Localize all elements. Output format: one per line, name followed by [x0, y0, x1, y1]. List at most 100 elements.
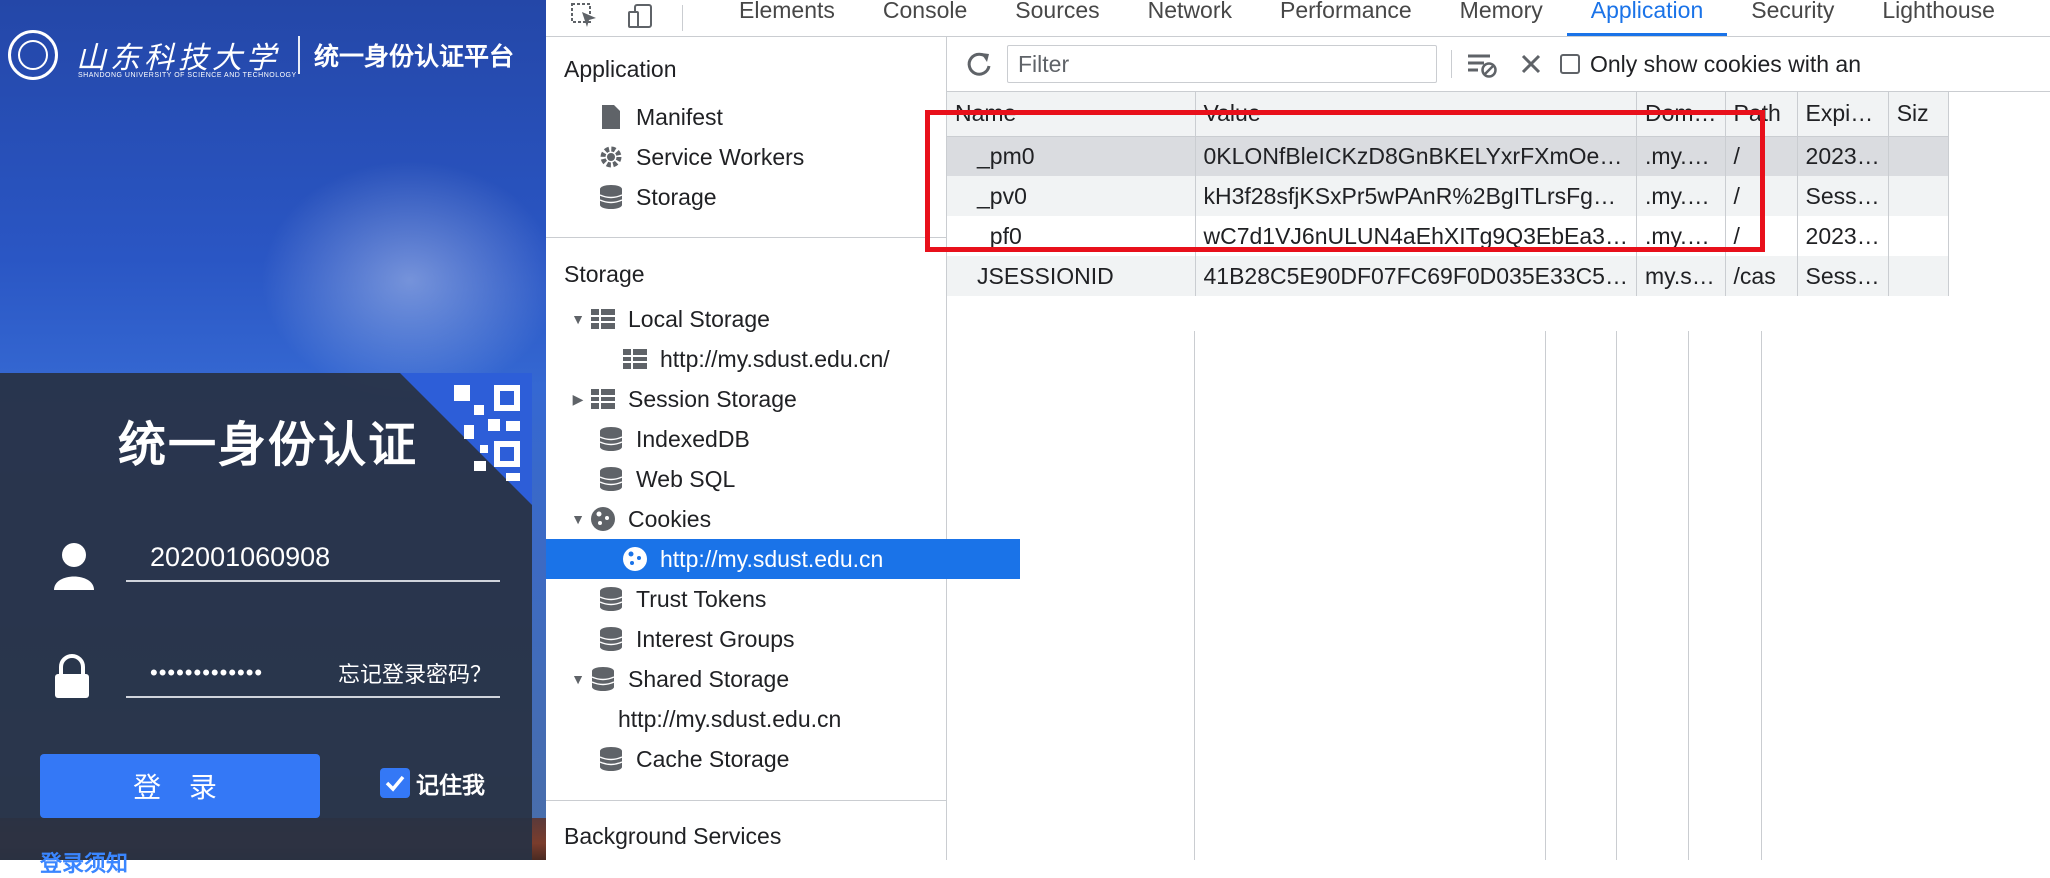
table-row[interactable]: _pm0 0KLONfBleICKzD8GnBKELYxrFXmOe… .my.…	[947, 136, 1949, 176]
cell-name: JSESSIONID	[947, 256, 1196, 296]
sidebar-item-interest-groups[interactable]: Interest Groups	[546, 619, 996, 659]
only-issues-label: Only show cookies with an	[1590, 50, 1862, 77]
tab-security[interactable]: Security	[1727, 0, 1858, 36]
database-icon	[596, 746, 626, 772]
tab-performance[interactable]: Performance	[1256, 0, 1436, 36]
inspect-element-icon[interactable]	[570, 2, 598, 35]
cookie-icon	[620, 546, 650, 572]
cell-path: /	[1725, 176, 1798, 216]
user-icon	[54, 543, 94, 590]
sidebar-item-service-workers[interactable]: Service Workers	[546, 137, 996, 177]
cell-path: /cas	[1725, 256, 1798, 296]
cell-size	[1888, 176, 1949, 216]
tab-elements[interactable]: Elements	[715, 0, 859, 36]
login-notice-link[interactable]: 登录须知	[40, 846, 128, 878]
section-title-storage: Storage	[564, 261, 645, 287]
remember-me-checkbox[interactable]: 记住我	[380, 766, 485, 800]
cell-name: _pv0	[947, 176, 1196, 216]
sidebar-item-cookies[interactable]: ▼ Cookies	[546, 499, 968, 539]
tab-console[interactable]: Console	[859, 0, 991, 36]
cell-path: /	[1725, 136, 1798, 176]
username-value: 202001060908	[150, 541, 331, 572]
column-header-value[interactable]: Value	[1195, 92, 1637, 137]
login-button[interactable]: 登 录	[40, 754, 320, 818]
sidebar-item-session-storage[interactable]: ▶ Session Storage	[546, 379, 968, 419]
clear-filtered-icon[interactable]	[1466, 50, 1498, 78]
database-icon	[588, 666, 618, 692]
database-icon	[596, 466, 626, 492]
database-icon	[596, 626, 626, 652]
cell-name: _pm0	[947, 136, 1196, 176]
cell-value: 41B28C5E90DF07FC69F0D035E33C5…	[1195, 256, 1637, 296]
column-header-size[interactable]: Siz	[1888, 92, 1949, 137]
university-name: 山东科技大学	[76, 41, 280, 76]
grid-icon	[588, 389, 618, 409]
table-row[interactable]: _pf0 wC7d1VJ6nULUN4aEhXITg9Q3EbEa3… .my.…	[947, 216, 1949, 256]
database-icon	[596, 426, 626, 452]
cookies-toolbar: Only show cookies with an	[947, 37, 2050, 92]
cell-value: kH3f28sfjKSxPr5wPAnR%2BgITLrsFg…	[1195, 176, 1637, 216]
clear-all-icon[interactable]	[1520, 53, 1542, 75]
sidebar-item-trust-tokens[interactable]: Trust Tokens	[546, 579, 996, 619]
device-toolbar-icon[interactable]	[626, 2, 654, 35]
cell-name: _pf0	[947, 216, 1196, 256]
background-sky	[260, 160, 546, 400]
cell-domain: .my.…	[1636, 216, 1726, 256]
database-icon	[596, 586, 626, 612]
cell-expires: 2023…	[1797, 136, 1889, 176]
username-input[interactable]: 202001060908	[126, 534, 500, 582]
university-name-en: SHANDONG UNIVERSITY OF SCIENCE AND TECHN…	[78, 72, 297, 79]
only-issues-checkbox[interactable]	[1560, 54, 1580, 74]
database-icon	[596, 184, 626, 210]
expanded-triangle-icon[interactable]: ▼	[568, 511, 588, 527]
column-header-path[interactable]: Path	[1725, 92, 1798, 137]
sidebar-item-web-sql[interactable]: Web SQL	[546, 459, 996, 499]
sidebar-item-cache-storage[interactable]: Cache Storage	[546, 739, 996, 779]
sidebar-item-shared-storage[interactable]: ▼ Shared Storage	[546, 659, 968, 699]
expanded-triangle-icon[interactable]: ▼	[568, 311, 588, 327]
collapsed-triangle-icon[interactable]: ▶	[568, 391, 588, 408]
cell-path: /	[1725, 216, 1798, 256]
checkbox-checked-icon	[380, 768, 410, 798]
cell-size	[1888, 256, 1949, 296]
column-header-domain[interactable]: Dom…	[1636, 92, 1726, 137]
password-value: •••••••••••••	[150, 660, 264, 685]
column-header-expires[interactable]: Expi…	[1797, 92, 1889, 137]
section-title-application: Application	[564, 56, 677, 82]
remember-me-label: 记住我	[416, 772, 485, 798]
panel-title: 统一身份认证	[118, 419, 419, 472]
lock-icon	[55, 654, 89, 698]
sidebar-item-indexeddb[interactable]: IndexedDB	[546, 419, 996, 459]
cell-domain: .my.…	[1636, 136, 1726, 176]
qr-login-toggle[interactable]	[400, 373, 532, 505]
brand-divider	[298, 36, 300, 74]
refresh-icon[interactable]	[965, 50, 993, 78]
column-header-name[interactable]: Name	[947, 92, 1196, 137]
cookies-table: Name Value Dom… Path Expi… Siz _pm0 0KLO…	[947, 92, 1949, 296]
sidebar-item-storage[interactable]: Storage	[546, 177, 996, 217]
university-logo: 山东科技大学 SHANDONG UNIVERSITY OF SCIENCE AN…	[8, 20, 514, 90]
cell-expires: Sess…	[1797, 256, 1889, 296]
expanded-triangle-icon[interactable]: ▼	[568, 671, 588, 687]
devtools-tab-bar: Elements Console Sources Network Perform…	[546, 0, 2050, 37]
sidebar-item-manifest[interactable]: Manifest	[546, 97, 996, 137]
filter-input[interactable]	[1007, 45, 1437, 83]
table-row[interactable]: _pv0 kH3f28sfjKSxPr5wPAnR%2BgITLrsFg… .m…	[947, 176, 1949, 216]
tab-memory[interactable]: Memory	[1436, 0, 1567, 36]
cell-value: wC7d1VJ6nULUN4aEhXITg9Q3EbEa3…	[1195, 216, 1637, 256]
forgot-password-link[interactable]: 忘记登录密码？	[338, 657, 492, 689]
table-header-row: Name Value Dom… Path Expi… Siz	[947, 92, 1949, 137]
password-input[interactable]: ••••••••••••• 忘记登录密码？	[126, 650, 500, 698]
tab-application[interactable]: Application	[1566, 0, 1728, 36]
sidebar-item-local-storage[interactable]: ▼ Local Storage	[546, 299, 968, 339]
table-row[interactable]: JSESSIONID 41B28C5E90DF07FC69F0D035E33C5…	[947, 256, 1949, 296]
cookie-icon	[588, 506, 618, 532]
tab-lighthouse[interactable]: Lighthouse	[1858, 0, 2019, 36]
tab-sources[interactable]: Sources	[991, 0, 1123, 36]
filter-text-field[interactable]	[1016, 49, 1436, 79]
platform-title: 统一身份认证平台	[314, 43, 515, 71]
university-seal-icon	[8, 30, 58, 80]
qr-code-icon	[454, 385, 520, 481]
tab-network[interactable]: Network	[1124, 0, 1256, 36]
gear-icon	[596, 144, 626, 170]
